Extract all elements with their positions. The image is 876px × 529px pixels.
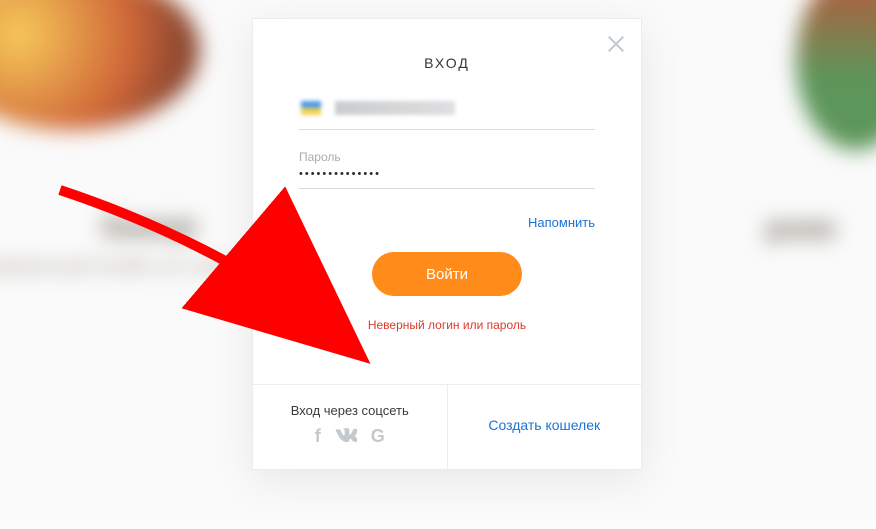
remind-link[interactable]: Напомнить [299, 209, 595, 252]
bg-headline-left: Зажар [100, 210, 197, 244]
create-wallet-block: Создать кошелек [448, 385, 642, 469]
close-icon [605, 33, 627, 55]
modal-footer: Вход через соцсеть f G Создать кошелек [253, 384, 641, 469]
error-message: Неверный логин или пароль [299, 318, 595, 362]
modal-title: ВХОД [253, 19, 641, 93]
create-wallet-link[interactable]: Создать кошелек [456, 403, 634, 433]
bg-headline-right: рнее [766, 212, 836, 246]
password-masked-value: •••••••••••••• [299, 166, 595, 180]
country-flag-icon [301, 101, 321, 115]
social-login-block: Вход через соцсеть f G [253, 385, 448, 469]
facebook-icon[interactable]: f [315, 426, 321, 447]
login-field[interactable] [299, 93, 595, 130]
password-label: Пароль [299, 150, 595, 166]
login-modal: ВХОД Пароль •••••••••••••• Напомнить Вой… [252, 18, 642, 470]
password-field[interactable]: Пароль •••••••••••••• [299, 150, 595, 189]
social-title: Вход через соцсеть [261, 403, 439, 418]
close-button[interactable] [605, 33, 627, 55]
google-icon[interactable]: G [371, 426, 385, 447]
vk-icon[interactable] [335, 426, 357, 447]
submit-button[interactable]: Войти [372, 252, 522, 296]
login-value-blurred [335, 101, 455, 115]
